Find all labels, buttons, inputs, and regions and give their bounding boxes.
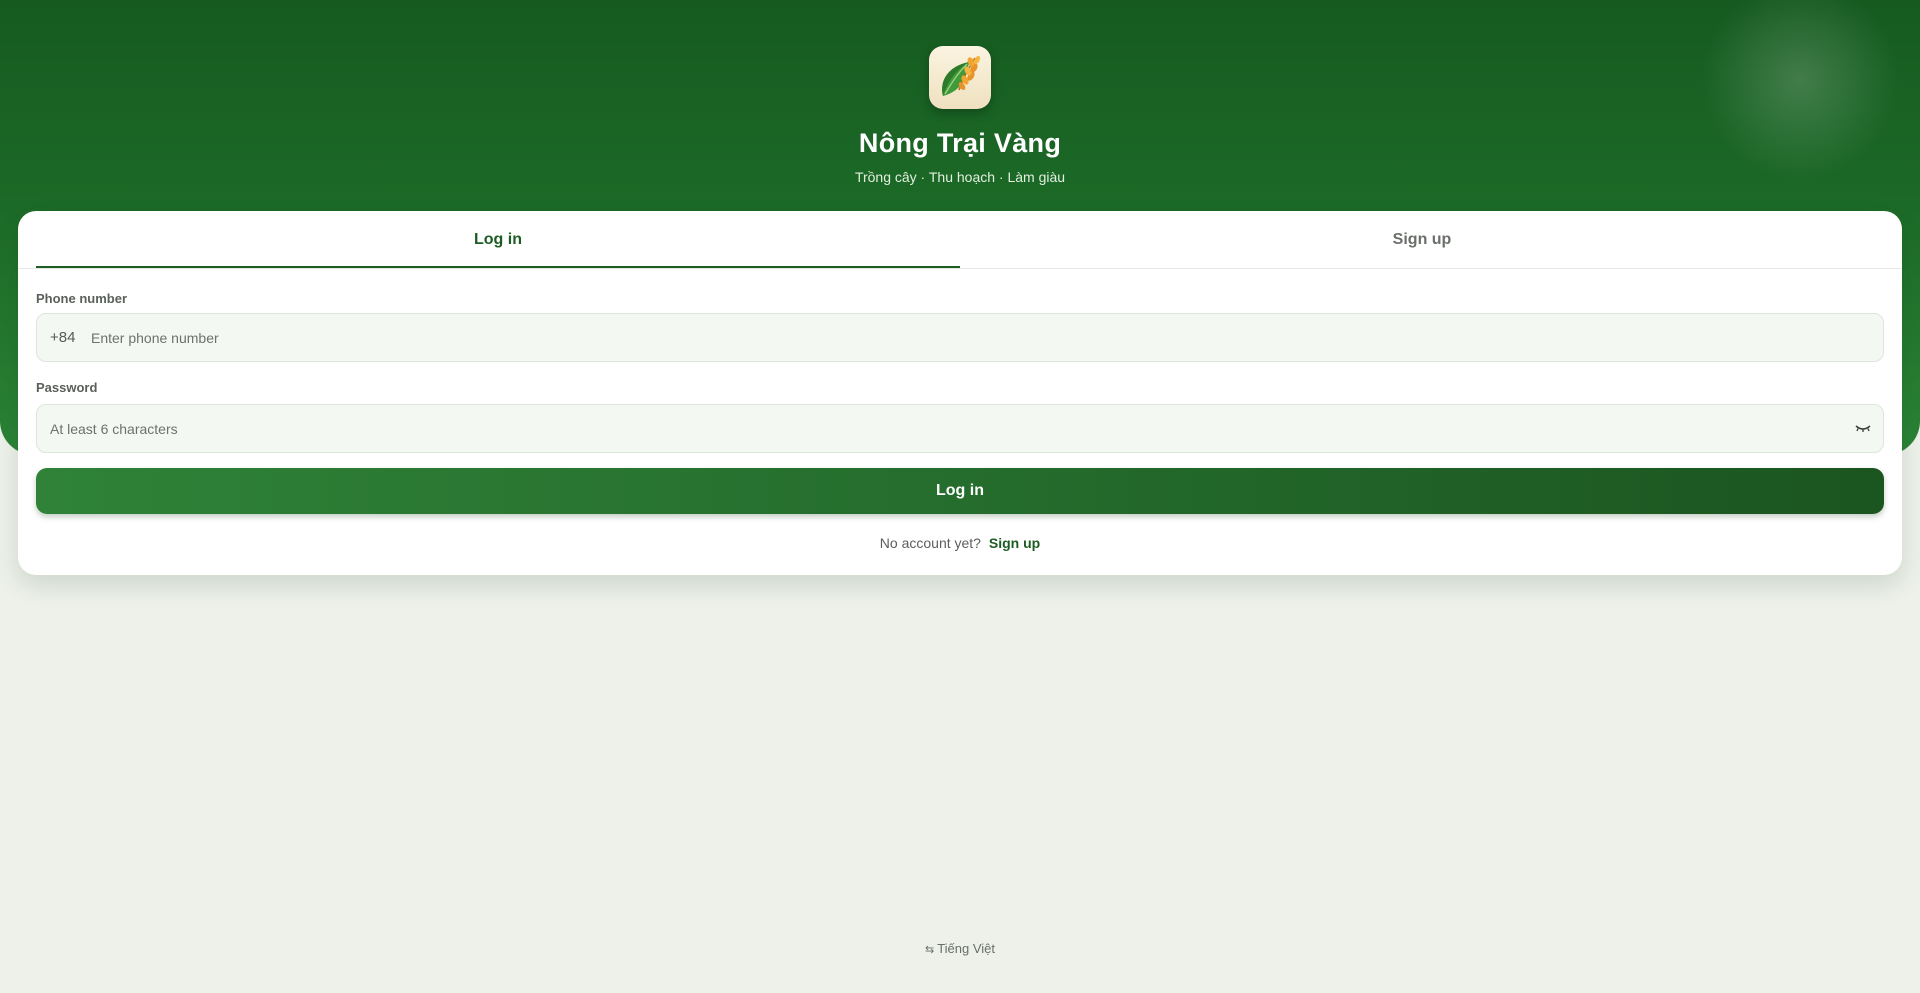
login-submit-button[interactable]: Log in — [36, 468, 1884, 514]
brand-block: Nông Trại Vàng Trồng cây · Thu hoạch · L… — [0, 46, 1920, 185]
language-button[interactable]: ⇆ Tiếng Việt — [925, 941, 995, 956]
password-label: Password — [36, 380, 98, 395]
tab-sign-up[interactable]: Sign up — [960, 211, 1884, 268]
no-account-text: No account yet? — [879, 535, 981, 551]
phone-label: Phone number — [36, 291, 128, 306]
tab-log-in[interactable]: Log in — [36, 211, 960, 268]
eye-closed-icon[interactable] — [1853, 419, 1873, 437]
swap-icon: ⇆ — [924, 944, 935, 956]
language-switcher: ⇆ Tiếng Việt — [0, 941, 1920, 956]
switch-row: No account yet? Sign up — [18, 535, 1902, 551]
auth-card: Log in Sign up Phone number +84 Password… — [18, 211, 1902, 575]
phone-input[interactable] — [91, 314, 1871, 361]
tabs-divider — [18, 268, 1902, 269]
rice-leaf-icon — [929, 46, 991, 109]
app-tagline: Trồng cây · Thu hoạch · Làm giàu — [854, 169, 1066, 185]
password-field — [36, 404, 1884, 453]
country-code-prefix: +84 — [50, 329, 76, 346]
phone-field: +84 — [36, 313, 1884, 362]
app-title: Nông Trại Vàng — [858, 128, 1062, 158]
sign-up-link[interactable]: Sign up — [989, 535, 1040, 551]
language-label: Tiếng Việt — [937, 941, 996, 956]
auth-tabs: Log in Sign up — [36, 211, 1884, 268]
password-input[interactable] — [50, 405, 1840, 452]
